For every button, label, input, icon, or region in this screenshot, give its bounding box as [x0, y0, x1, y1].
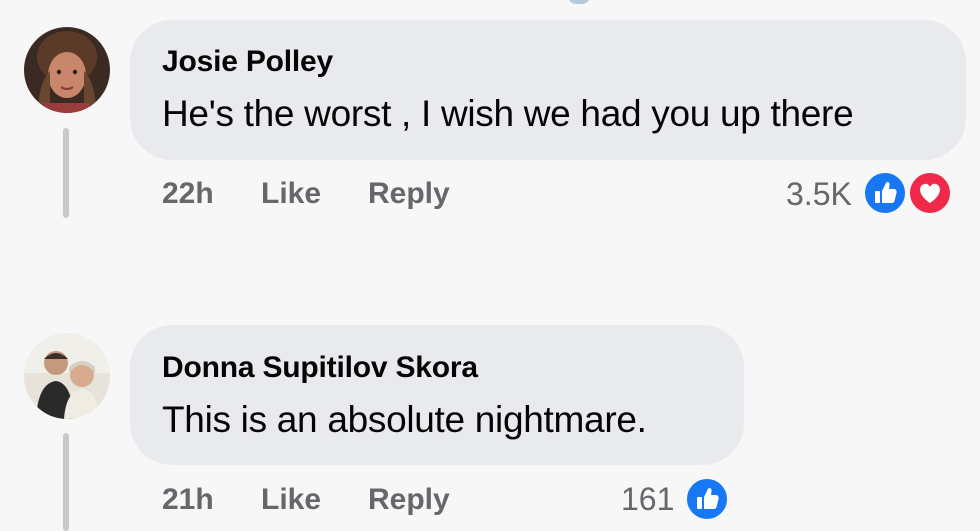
comment-timestamp[interactable]: 21h: [162, 483, 214, 517]
reply-button[interactable]: Reply: [368, 483, 450, 517]
thumbs-up-icon: [697, 487, 719, 509]
like-button[interactable]: Like: [261, 483, 321, 517]
comment-timestamp[interactable]: 22h: [162, 177, 214, 211]
like-reaction-icon[interactable]: [684, 476, 730, 522]
reply-thread-line: [63, 433, 69, 531]
reply-thread-line: [63, 128, 69, 218]
profile-photo-icon: [24, 27, 110, 113]
comment-bubble: Donna Supitilov Skora This is an absolut…: [130, 325, 744, 465]
comment-text: This is an absolute nightmare.: [162, 399, 647, 440]
heart-icon: [920, 183, 940, 203]
comments-section: Josie Polley He's the worst , I wish we …: [0, 0, 980, 531]
like-button[interactable]: Like: [261, 177, 321, 211]
reply-button[interactable]: Reply: [368, 177, 450, 211]
thumbs-up-icon: [875, 181, 897, 203]
comment-author[interactable]: Josie Polley: [162, 45, 333, 79]
cut-off-element: [568, 0, 590, 4]
comment-text: He's the worst , I wish we had you up th…: [162, 93, 854, 134]
like-reaction-icon[interactable]: [862, 170, 908, 216]
avatar-donna-supitilov-skora[interactable]: [24, 333, 110, 419]
profile-photo-icon: [24, 333, 110, 419]
comment-author[interactable]: Donna Supitilov Skora: [162, 351, 478, 385]
love-reaction-icon[interactable]: [907, 170, 953, 216]
reaction-count[interactable]: 3.5K: [786, 176, 852, 213]
reaction-count[interactable]: 161: [621, 481, 674, 518]
avatar-josie-polley[interactable]: [24, 27, 110, 113]
comment-bubble: Josie Polley He's the worst , I wish we …: [130, 20, 966, 160]
